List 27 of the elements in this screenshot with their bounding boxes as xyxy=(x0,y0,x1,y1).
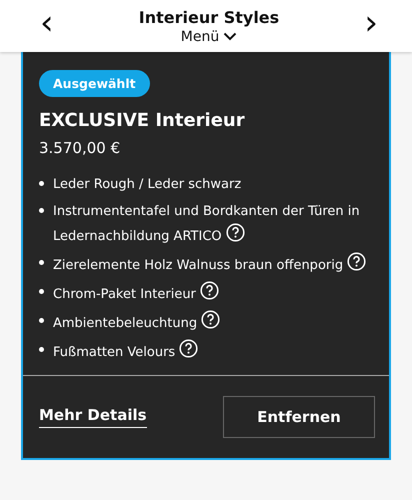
feature-text: Fußmatten Velours xyxy=(53,339,198,364)
page-title: Interieur Styles xyxy=(138,8,280,26)
feature-text: Chrom-Paket Interieur xyxy=(53,281,220,306)
help-icon[interactable] xyxy=(200,281,220,300)
bullet-icon xyxy=(39,181,44,186)
help-icon[interactable] xyxy=(347,252,366,271)
remove-button[interactable]: Entfernen xyxy=(223,396,375,438)
feature-text: Leder Rough / Leder schwarz xyxy=(53,176,242,194)
feature-text: Zierelemente Holz Walnuss braun offenporig xyxy=(53,252,366,277)
help-icon[interactable] xyxy=(201,310,220,329)
price: 3.570,00 € xyxy=(39,139,120,157)
previous-button[interactable]: ‹ xyxy=(36,6,58,46)
selected-badge: Ausgewählt xyxy=(39,70,150,97)
bullet-icon xyxy=(39,208,44,213)
feature-text: Ambientebeleuchtung xyxy=(53,310,220,335)
card-title: EXCLUSIVE Interieur xyxy=(39,110,245,131)
bullet-icon xyxy=(39,260,44,265)
menu-dropdown[interactable]: Menü xyxy=(180,28,238,44)
bullet-icon xyxy=(39,347,44,352)
chevron-down-icon xyxy=(223,32,238,41)
help-icon[interactable] xyxy=(179,339,198,358)
next-button[interactable]: › xyxy=(360,6,382,46)
more-details-link[interactable]: Mehr Details xyxy=(39,406,147,428)
bullet-icon xyxy=(39,289,44,294)
bullet-icon xyxy=(39,318,44,323)
help-icon[interactable] xyxy=(226,223,245,242)
feature-text: Instrumententafel und Bordkanten der Türen in Ledernachbildung ARTICO xyxy=(53,203,361,246)
